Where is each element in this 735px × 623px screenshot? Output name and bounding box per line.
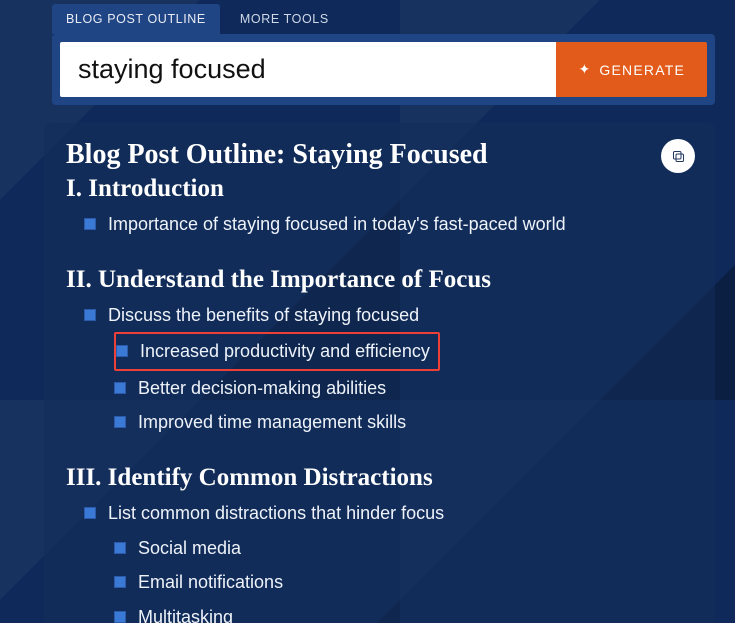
tab-blog-post-outline[interactable]: BLOG POST OUTLINE: [52, 4, 220, 34]
section-list: Discuss the benefits of staying focusedI…: [66, 298, 693, 440]
tabs-bar: BLOG POST OUTLINE MORE TOOLS: [0, 0, 735, 34]
section-list: Importance of staying focused in today's…: [66, 207, 693, 242]
list-item: Improved time management skills: [114, 405, 693, 440]
list-item: Importance of staying focused in today's…: [84, 207, 693, 242]
copy-icon: [671, 149, 686, 164]
list-item: Better decision-making abilities: [114, 371, 693, 406]
section-sublist: Increased productivity and efficiencyBet…: [84, 332, 693, 440]
section-heading: I. Introduction: [66, 175, 693, 203]
topic-input[interactable]: [60, 42, 556, 97]
generate-button[interactable]: ✦ GENERATE: [556, 42, 707, 97]
list-item: Discuss the benefits of staying focused: [84, 298, 693, 333]
result-title: Blog Post Outline: Staying Focused: [66, 139, 693, 171]
list-item: List common distractions that hinder foc…: [84, 496, 693, 531]
tab-more-tools[interactable]: MORE TOOLS: [226, 4, 343, 34]
list-item: Social media: [114, 531, 693, 566]
section-heading: III. Identify Common Distractions: [66, 464, 693, 492]
result-panel: Blog Post Outline: Staying Focused I. In…: [44, 123, 715, 623]
sparkle-icon: ✦: [578, 61, 591, 78]
generate-label: GENERATE: [599, 62, 685, 78]
copy-button[interactable]: [661, 139, 695, 173]
generate-bar: ✦ GENERATE: [52, 34, 715, 105]
section-heading: II. Understand the Importance of Focus: [66, 266, 693, 294]
list-item: Email notifications: [114, 565, 693, 600]
list-item-highlighted: Increased productivity and efficiency: [114, 332, 440, 371]
